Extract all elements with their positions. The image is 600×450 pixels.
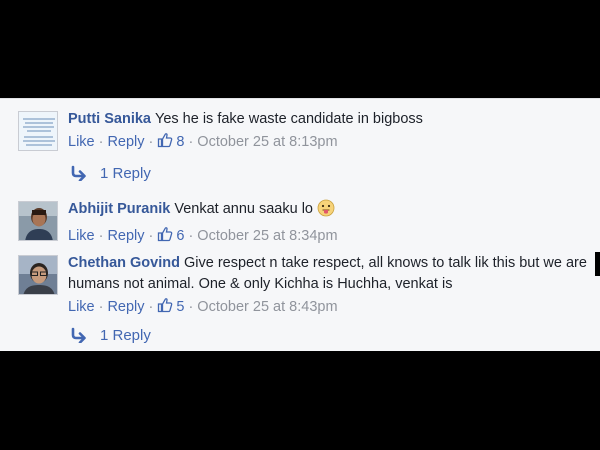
like-count[interactable]: 8: [176, 134, 184, 150]
comment-text: Yes he is fake waste candidate in bigbos…: [155, 111, 423, 127]
comment-author[interactable]: Chethan Govind: [68, 255, 180, 271]
avatar[interactable]: [18, 111, 58, 151]
view-replies-link[interactable]: 1 Reply: [70, 326, 151, 349]
reply-arrow-icon: [70, 327, 88, 349]
comment-timestamp[interactable]: October 25 at 8:34pm: [197, 228, 337, 244]
like-button[interactable]: Like: [68, 299, 95, 315]
reply-button[interactable]: Reply: [107, 134, 144, 150]
comment-actions: Like · Reply · 5 · October 25 at 8:43pm: [68, 297, 592, 319]
thumbs-up-icon: [157, 226, 173, 248]
comment-text: Venkat annu saaku lo: [174, 201, 313, 217]
comment-author[interactable]: Abhijit Puranik: [68, 201, 170, 217]
person-photo-avatar-icon: [19, 256, 57, 294]
comments-panel: Putti Sanika Yes he is fake waste candida…: [0, 98, 600, 351]
comment-actions: Like · Reply · 8 · October 25 at 8:13pm: [68, 132, 592, 154]
person-photo-avatar-icon: [19, 202, 57, 240]
avatar[interactable]: [18, 201, 58, 241]
reply-button[interactable]: Reply: [107, 228, 144, 244]
view-replies-link[interactable]: 1 Reply: [70, 164, 151, 187]
screenshot-edge: [595, 252, 600, 276]
comment-actions: Like · Reply · 6 · October 25 at 8:34pm: [68, 226, 592, 248]
comment-author[interactable]: Putti Sanika: [68, 111, 151, 127]
reply-button[interactable]: Reply: [107, 299, 144, 315]
like-button[interactable]: Like: [68, 228, 95, 244]
replies-count-label[interactable]: 1 Reply: [100, 327, 151, 344]
replies-count-label[interactable]: 1 Reply: [100, 165, 151, 182]
tongue-out-emoji-icon: [317, 199, 335, 224]
like-button[interactable]: Like: [68, 134, 95, 150]
thumbs-up-icon: [157, 132, 173, 154]
text-image-avatar-icon: [19, 112, 57, 150]
thumbs-up-icon: [157, 297, 173, 319]
reply-arrow-icon: [70, 165, 88, 187]
comment-timestamp[interactable]: October 25 at 8:13pm: [197, 134, 337, 150]
avatar[interactable]: [18, 255, 58, 295]
comment-timestamp[interactable]: October 25 at 8:43pm: [197, 299, 337, 315]
like-count[interactable]: 6: [176, 228, 184, 244]
like-count[interactable]: 5: [176, 299, 184, 315]
